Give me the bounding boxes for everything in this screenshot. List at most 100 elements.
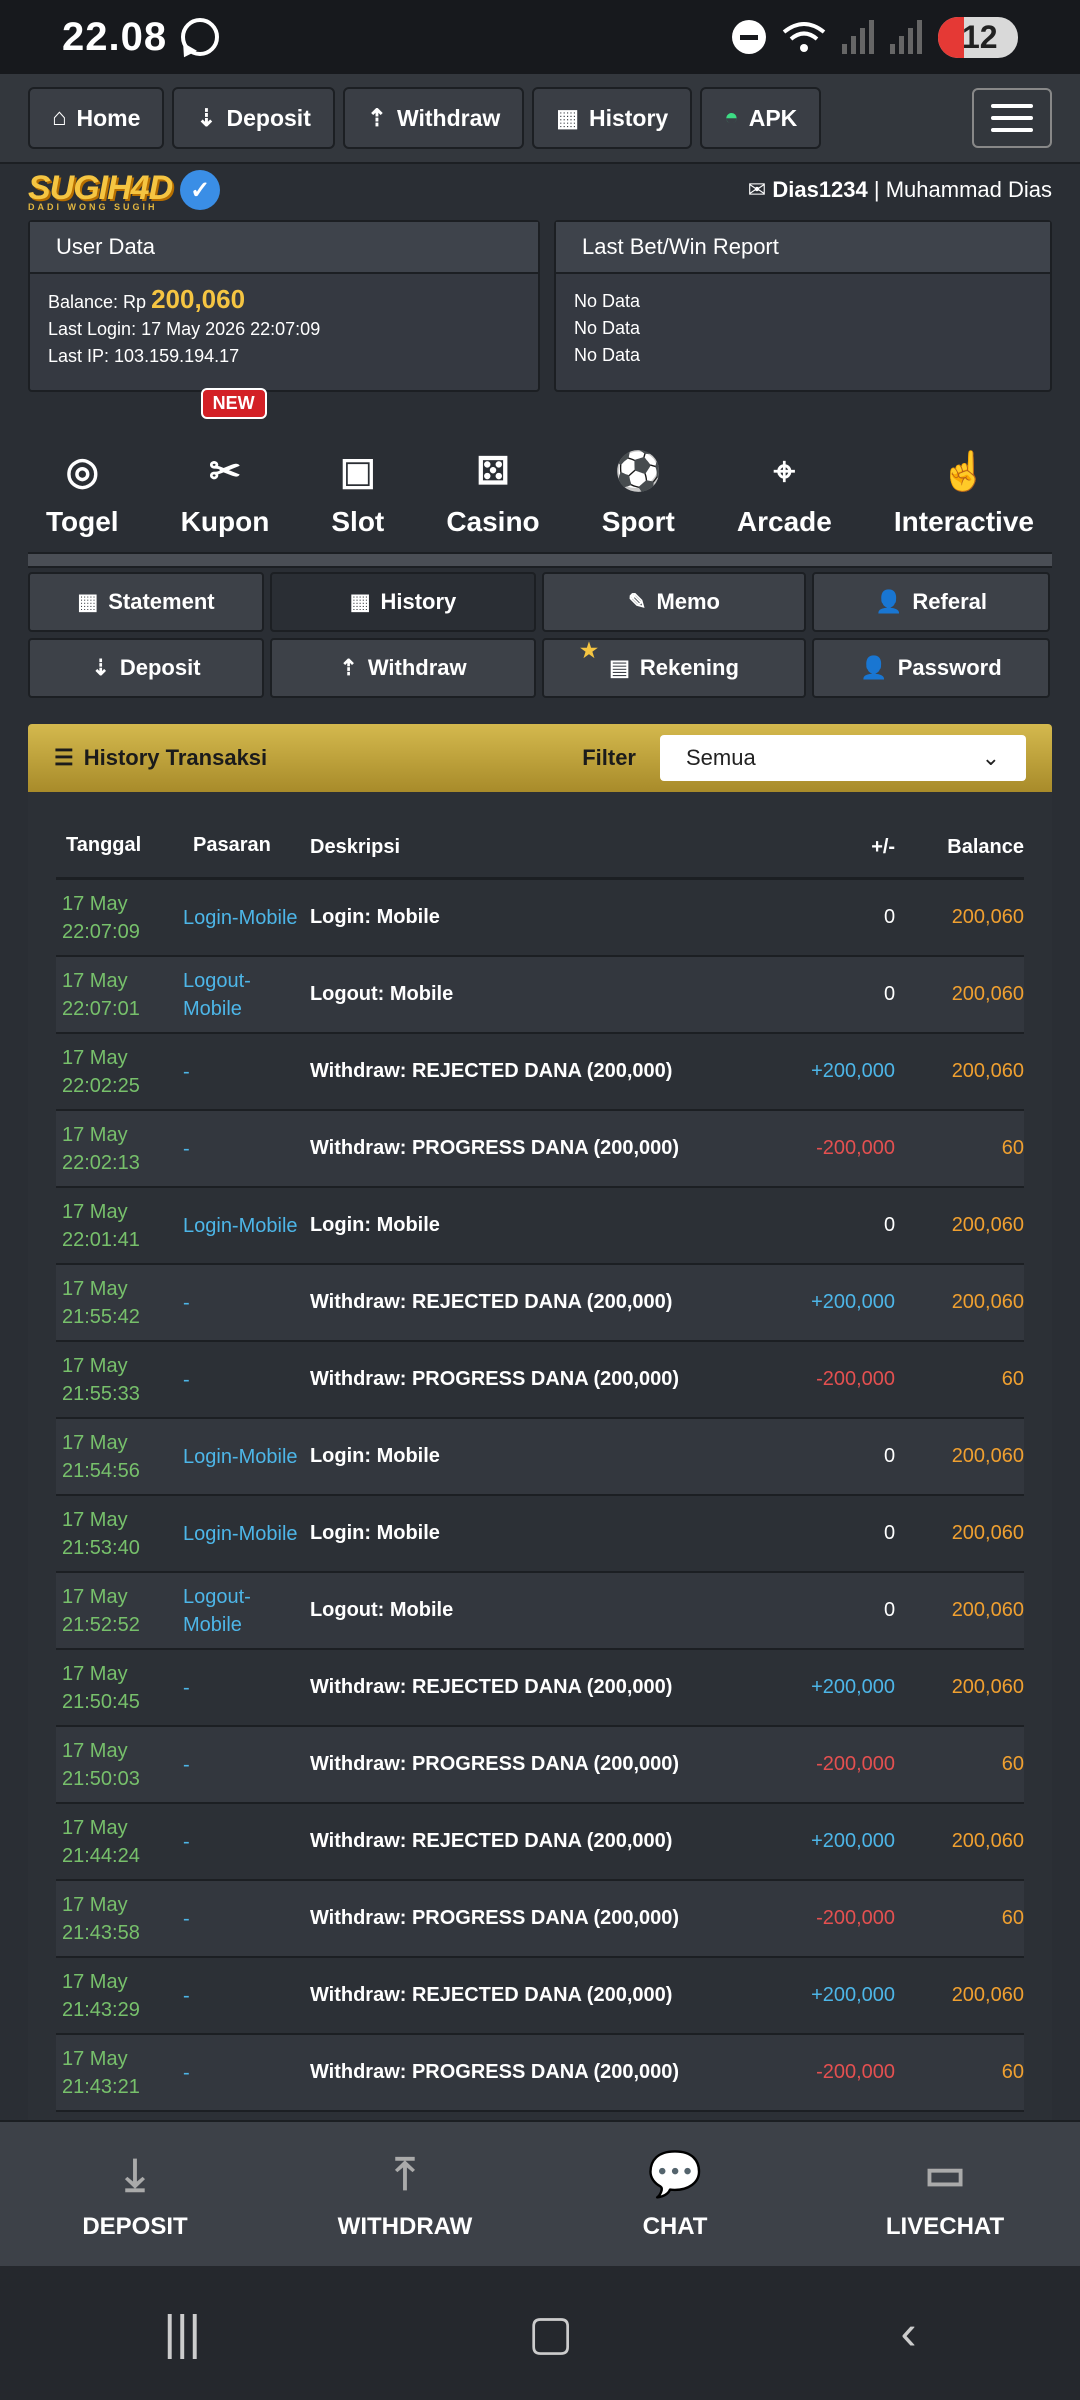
battery-indicator: 12 — [938, 16, 1018, 58]
row-pasaran[interactable]: - — [183, 1289, 310, 1317]
nav-deposit-button[interactable]: ⇣ Deposit — [172, 87, 335, 149]
table-row: 17 May 22:07:01 Logout- Mobile Logout: Mobil… — [56, 957, 1024, 1034]
row-pasaran[interactable]: - — [183, 2059, 310, 2087]
nav-history-button[interactable]: ▦ History — [532, 87, 693, 149]
chat-bubble-icon: 💬 — [647, 2150, 703, 2199]
row-description: Login: Mobile — [309, 1445, 440, 1467]
row-balance: 200,060 — [951, 1830, 1024, 1852]
col-pasaran: Pasaran — [193, 834, 271, 856]
table-row: 17 May 21:55:33 - Withdraw: PROGRESS DANA (… — [56, 1342, 1024, 1419]
row-time: 21:50:45 — [62, 1690, 140, 1713]
nav-history-label: History — [588, 104, 669, 131]
row-balance: 200,060 — [951, 1522, 1024, 1544]
row-description: Withdraw: REJECTED DANA (200,000) — [309, 1830, 673, 1852]
table-row: 17 May 21:43:29 - Withdraw: REJECTED DANA (… — [56, 1958, 1024, 2035]
row-pasaran[interactable]: - — [183, 1751, 310, 1779]
row-pasaran[interactable]: - — [183, 1982, 310, 2010]
signal-icon — [842, 20, 874, 54]
row-amount: +200,000 — [811, 1984, 896, 2006]
game-kupon[interactable]: NEW ✂ Kupon — [181, 388, 269, 538]
row-date: 17 May 21:43:29 — [56, 1968, 183, 2024]
row-pasaran[interactable]: - — [183, 1828, 310, 1856]
user-data-title: User Data — [30, 222, 538, 274]
status-bar: 22.08 12 — [0, 0, 1080, 74]
tab-statement[interactable]: ▦ Statement — [28, 572, 264, 632]
filter-value: Semua — [686, 745, 756, 770]
back-icon[interactable]: ‹ — [900, 2306, 916, 2361]
nav-withdraw-label: Withdraw — [396, 104, 501, 131]
row-pasaran[interactable]: Logout- Mobile — [183, 1583, 310, 1639]
tab-deposit[interactable]: ⇣ Deposit — [28, 638, 264, 698]
table-row: 17 May 21:55:42 - Withdraw: REJECTED DANA (… — [56, 1265, 1024, 1342]
row-amount: +200,000 — [811, 1676, 896, 1698]
bottom-livechat-button[interactable]: ▭ LIVECHAT — [845, 2147, 1045, 2241]
row-day: 17 May — [62, 1662, 128, 1685]
home-circle-icon[interactable]: ▢ — [528, 2305, 573, 2361]
game-togel[interactable]: ◎ Togel — [46, 446, 119, 538]
row-pasaran[interactable]: Login-Mobile — [183, 904, 310, 932]
row-date: 17 May 22:02:13 — [56, 1121, 183, 1177]
row-pasaran[interactable]: - — [183, 1366, 310, 1394]
col-tanggal: Tanggal — [66, 834, 142, 856]
tab-referal[interactable]: 👤 Referal — [812, 572, 1050, 632]
col-deskripsi: Deskripsi — [310, 836, 401, 858]
withdraw-icon: ⇡ — [339, 655, 358, 680]
tab-password[interactable]: 👤 Password — [812, 638, 1050, 698]
row-amount: -200,000 — [816, 1368, 896, 1390]
tab-history[interactable]: ▦ History — [270, 572, 536, 632]
bottom-label: DEPOSIT — [82, 2213, 188, 2240]
game-interactive[interactable]: ☝ Interactive — [894, 446, 1034, 538]
row-pasaran[interactable]: - — [183, 1674, 310, 1702]
row-time: 21:55:33 — [62, 1382, 140, 1405]
game-sport[interactable]: ⚽ Sport — [602, 446, 675, 538]
wifi-icon — [782, 22, 826, 52]
brand-logo[interactable]: SUGIH4D DADI WONG SUGIH — [28, 169, 173, 212]
row-pasaran[interactable]: Login-Mobile — [183, 1520, 310, 1548]
recent-apps-icon[interactable]: ||| — [164, 2306, 201, 2361]
tab-withdraw[interactable]: ⇡ Withdraw — [270, 638, 536, 698]
row-pasaran-line1: Login-Mobile — [183, 1522, 298, 1545]
row-pasaran-line2: Mobile — [183, 1613, 242, 1636]
game-label: Arcade — [736, 506, 832, 537]
row-balance: 200,060 — [951, 1445, 1024, 1467]
row-time: 21:53:40 — [62, 1536, 140, 1559]
game-casino[interactable]: ⚄ Casino — [446, 446, 539, 538]
row-description: Withdraw: PROGRESS DANA (200,000) — [309, 1907, 680, 1929]
nav-home-button[interactable]: ⌂ Home — [28, 87, 165, 149]
row-date: 17 May 22:07:09 — [56, 890, 183, 946]
bottom-action-bar: ⤓ DEPOSIT ⤒ WITHDRAW 💬 CHAT ▭ LIVECHAT — [0, 2120, 1080, 2266]
row-description: Withdraw: PROGRESS DANA (200,000) — [309, 1753, 680, 1775]
user-icon: 👤 — [860, 655, 888, 680]
row-pasaran-line1: - — [183, 1368, 190, 1391]
filter-select[interactable]: Semua ⌄ — [660, 735, 1026, 781]
row-time: 22:07:01 — [62, 997, 140, 1020]
nav-apk-button[interactable]: ◓ APK — [700, 87, 822, 149]
account-nav-row-2: ⇣ Deposit ⇡ Withdraw ★ ▤ Rekening 👤 Password — [28, 638, 1052, 698]
row-pasaran[interactable]: - — [183, 1058, 310, 1086]
row-pasaran[interactable]: - — [183, 1135, 310, 1163]
row-balance: 200,060 — [951, 983, 1024, 1005]
game-arcade[interactable]: ⌖ Arcade — [737, 446, 832, 538]
row-time: 21:44:24 — [62, 1844, 140, 1867]
row-date: 17 May 21:50:03 — [56, 1737, 183, 1793]
row-amount: -200,000 — [816, 1137, 896, 1159]
tab-rekening[interactable]: ★ ▤ Rekening — [542, 638, 806, 698]
hamburger-menu-button[interactable] — [972, 88, 1052, 148]
tab-memo[interactable]: ✎ Memo — [542, 572, 806, 632]
game-slot[interactable]: ▣ Slot — [331, 446, 384, 538]
row-pasaran[interactable]: Logout- Mobile — [183, 967, 310, 1023]
row-pasaran[interactable]: Login-Mobile — [183, 1212, 310, 1240]
row-day: 17 May — [62, 2047, 128, 2070]
system-nav-bar: ||| ▢ ‹ — [0, 2266, 1080, 2400]
app-root: 22.08 12 ⌂ Home ⇣ Deposit ⇡ Withdraw ▦ Histo… — [0, 0, 1080, 2400]
download-icon: ⤓ — [125, 2150, 145, 2199]
row-pasaran[interactable]: - — [183, 1905, 310, 1933]
table-row: 17 May 22:07:09 Login-Mobile Login: Mobile 0… — [56, 880, 1024, 957]
bottom-withdraw-button[interactable]: ⤒ WITHDRAW — [305, 2147, 505, 2241]
nav-withdraw-button[interactable]: ⇡ Withdraw — [342, 87, 525, 149]
col-balance: Balance — [947, 836, 1024, 858]
bottom-deposit-button[interactable]: ⤓ DEPOSIT — [35, 2147, 235, 2241]
lottery-ball-icon: ◎ — [65, 451, 99, 493]
bottom-chat-button[interactable]: 💬 CHAT — [575, 2147, 775, 2241]
row-pasaran[interactable]: Login-Mobile — [183, 1443, 310, 1471]
